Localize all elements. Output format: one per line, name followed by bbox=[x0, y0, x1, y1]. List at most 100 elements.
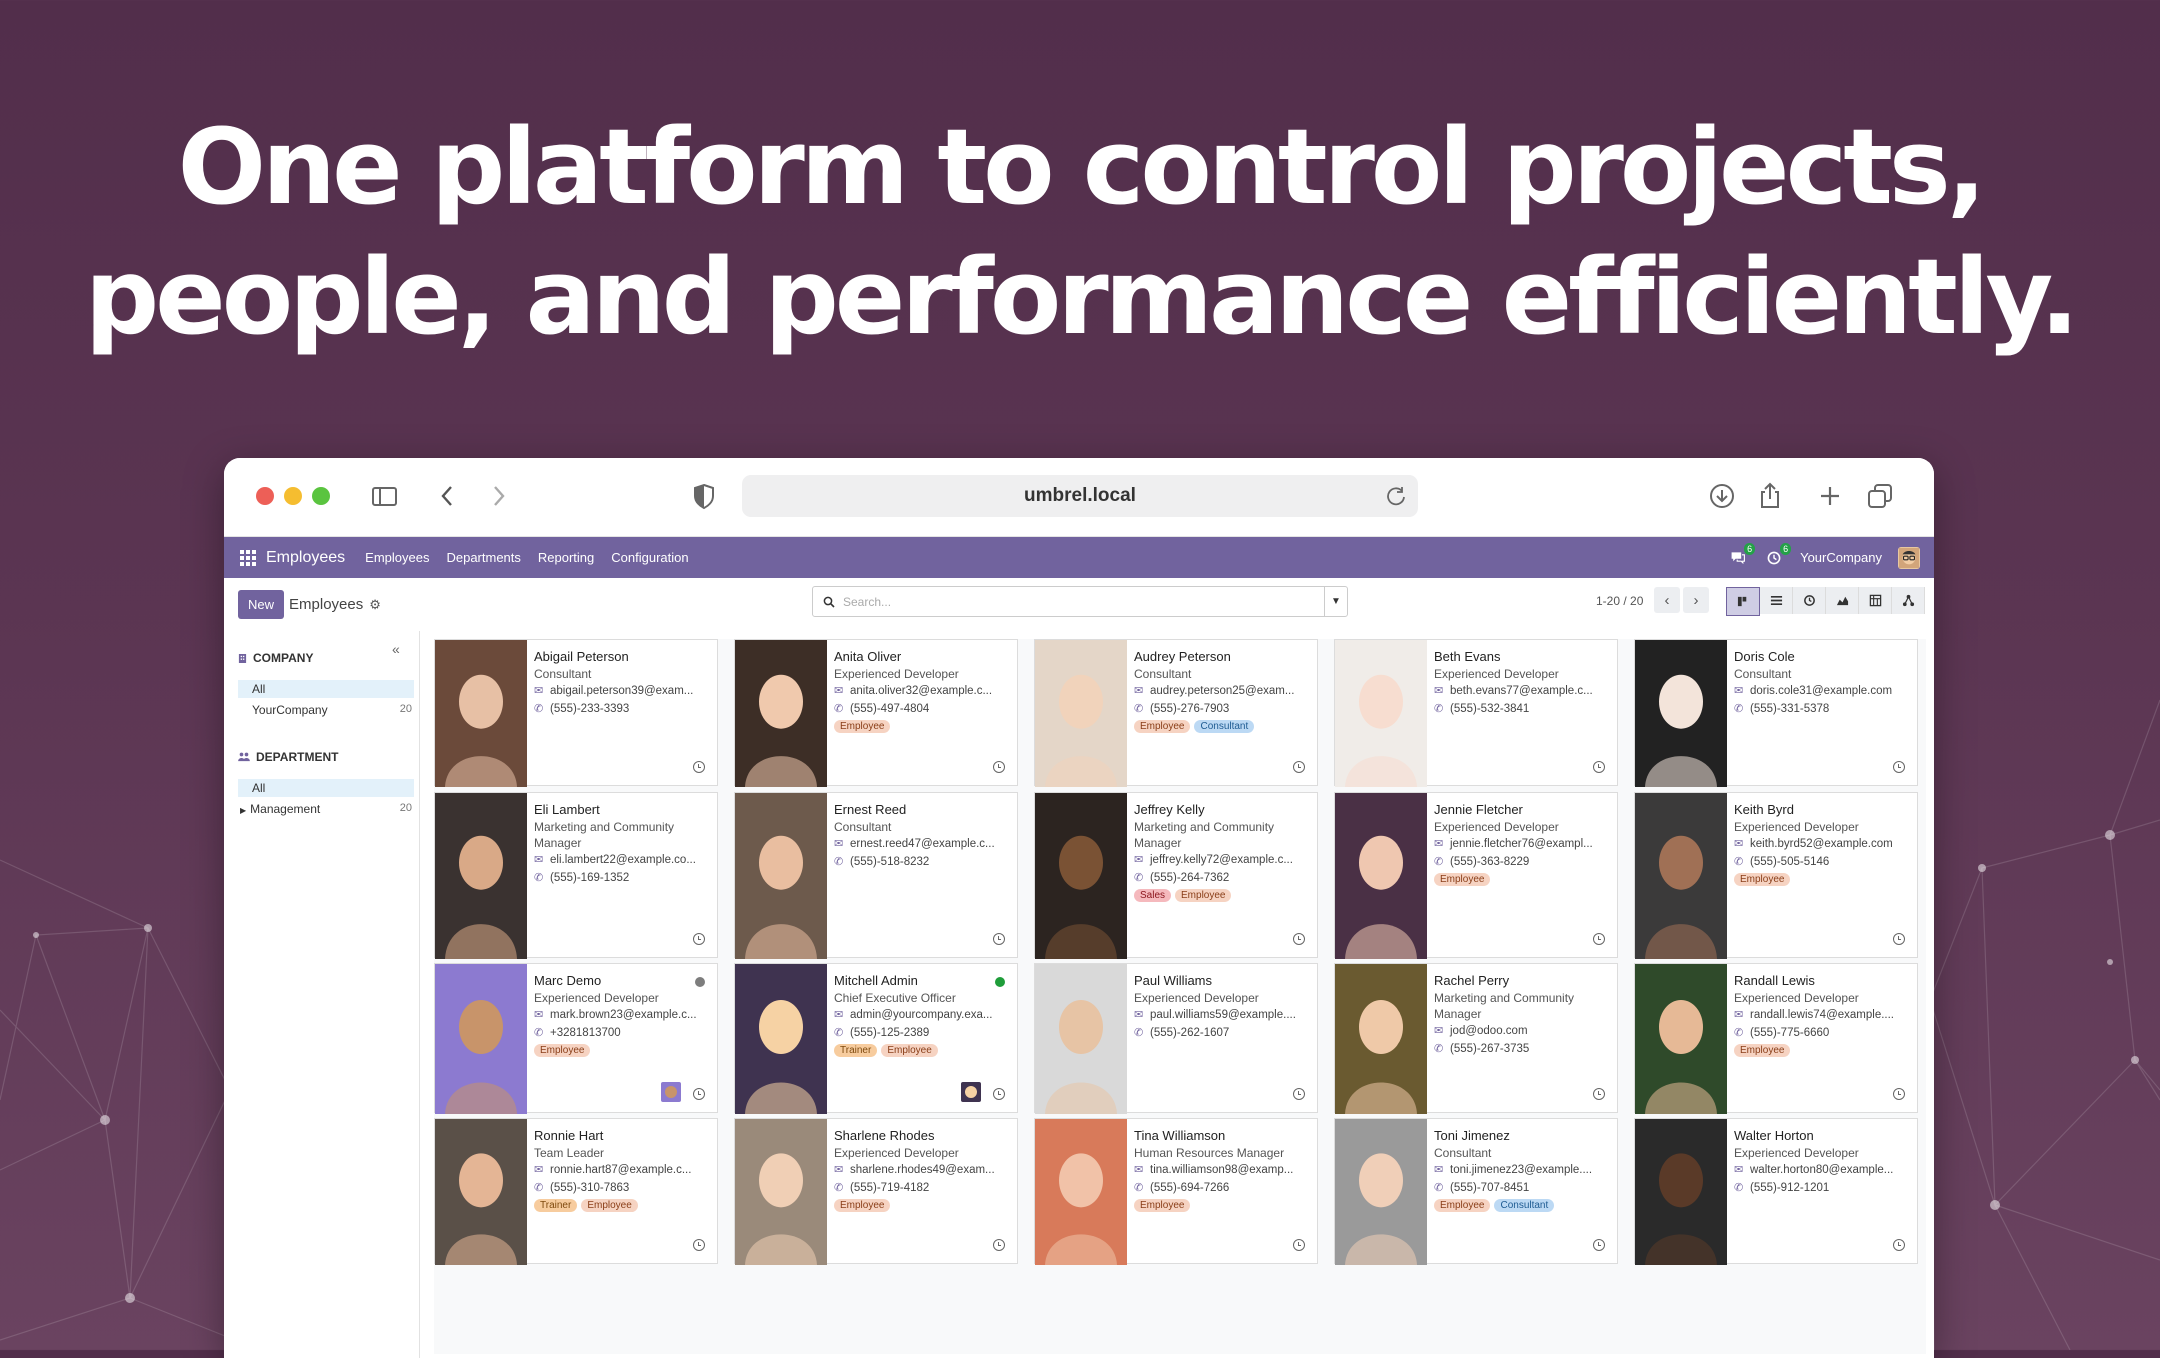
employee-email[interactable]: audrey.peterson25@exam... bbox=[1150, 682, 1294, 700]
employee-name[interactable]: Jennie Fletcher bbox=[1434, 801, 1612, 819]
employee-phone[interactable]: (555)-532-3841 bbox=[1450, 700, 1529, 718]
employee-name[interactable]: Ernest Reed bbox=[834, 801, 1012, 819]
activity-clock-icon[interactable] bbox=[993, 761, 1005, 773]
employee-name[interactable]: Audrey Peterson bbox=[1134, 648, 1312, 666]
company-filter-item[interactable]: YourCompany 20 bbox=[252, 703, 412, 717]
activity-clock-icon[interactable] bbox=[1593, 1239, 1605, 1251]
employee-card[interactable]: Jeffrey Kelly Marketing and Community Ma… bbox=[1034, 792, 1318, 959]
activity-clock-icon[interactable] bbox=[993, 1088, 1005, 1100]
employee-email[interactable]: sharlene.rhodes49@exam... bbox=[850, 1161, 995, 1179]
employee-phone[interactable]: (555)-331-5378 bbox=[1750, 700, 1829, 718]
employee-email[interactable]: mark.brown23@example.c... bbox=[550, 1006, 697, 1024]
hierarchy-view-button[interactable] bbox=[1892, 587, 1925, 614]
employee-email[interactable]: randall.lewis74@example.... bbox=[1750, 1006, 1894, 1024]
employee-phone[interactable]: (555)-775-6660 bbox=[1750, 1024, 1829, 1042]
forward-arrow-icon[interactable] bbox=[482, 480, 514, 512]
company-switcher[interactable]: YourCompany bbox=[1800, 550, 1882, 565]
employee-card[interactable]: Beth Evans Experienced Developer ✉ beth.e… bbox=[1334, 639, 1618, 787]
activity-clock-icon[interactable] bbox=[1593, 761, 1605, 773]
employee-name[interactable]: Marc Demo bbox=[534, 972, 712, 990]
list-view-button[interactable] bbox=[1760, 587, 1793, 614]
employee-card[interactable]: Mitchell Admin Chief Executive Officer ✉… bbox=[734, 963, 1018, 1114]
menu-configuration[interactable]: Configuration bbox=[611, 550, 688, 565]
employee-card[interactable]: Jennie Fletcher Experienced Developer ✉ j… bbox=[1334, 792, 1618, 959]
activity-clock-icon[interactable] bbox=[1293, 933, 1305, 945]
employee-phone[interactable]: (555)-267-3735 bbox=[1450, 1040, 1529, 1058]
employee-card[interactable]: Marc Demo Experienced Developer ✉ mark.br… bbox=[434, 963, 718, 1114]
employee-card[interactable]: Ronnie Hart Team Leader ✉ ronnie.hart87@e… bbox=[434, 1118, 718, 1265]
shield-icon[interactable] bbox=[688, 480, 720, 512]
employee-email[interactable]: tina.williamson98@examp... bbox=[1150, 1161, 1293, 1179]
employee-name[interactable]: Anita Oliver bbox=[834, 648, 1012, 666]
activity-clock-icon[interactable] bbox=[1293, 761, 1305, 773]
activity-clock-icon[interactable] bbox=[993, 1239, 1005, 1251]
user-avatar-icon[interactable] bbox=[661, 1082, 681, 1102]
maximize-window-button[interactable] bbox=[312, 487, 330, 505]
pager-previous-button[interactable]: ‹ bbox=[1654, 587, 1680, 613]
collapse-panel-icon[interactable]: « bbox=[392, 641, 400, 657]
employee-name[interactable]: Mitchell Admin bbox=[834, 972, 1012, 990]
employee-phone[interactable]: (555)-169-1352 bbox=[550, 869, 629, 887]
activities-icon[interactable]: 6 bbox=[1764, 542, 1792, 568]
reload-icon[interactable] bbox=[1384, 484, 1408, 508]
messages-icon[interactable]: 6 bbox=[1728, 542, 1756, 568]
employee-phone[interactable]: (555)-262-1607 bbox=[1150, 1024, 1229, 1042]
employee-card[interactable]: Anita Oliver Experienced Developer ✉ anit… bbox=[734, 639, 1018, 787]
share-icon[interactable] bbox=[1754, 480, 1786, 512]
employee-card[interactable]: Sharlene Rhodes Experienced Developer ✉ s… bbox=[734, 1118, 1018, 1265]
activity-clock-icon[interactable] bbox=[1893, 1088, 1905, 1100]
employee-name[interactable]: Toni Jimenez bbox=[1434, 1127, 1612, 1145]
department-filter-item[interactable]: ▶ Management 20 bbox=[240, 802, 412, 816]
menu-reporting[interactable]: Reporting bbox=[538, 550, 594, 565]
activity-clock-icon[interactable] bbox=[693, 761, 705, 773]
employee-card[interactable]: Eli Lambert Marketing and Community Mana… bbox=[434, 792, 718, 959]
employee-card[interactable]: Doris Cole Consultant ✉ doris.cole31@exam… bbox=[1634, 639, 1918, 787]
employee-name[interactable]: Walter Horton bbox=[1734, 1127, 1912, 1145]
employee-phone[interactable]: (555)-694-7266 bbox=[1150, 1179, 1229, 1197]
employee-phone[interactable]: (555)-276-7903 bbox=[1150, 700, 1229, 718]
employee-name[interactable]: Abigail Peterson bbox=[534, 648, 712, 666]
employee-phone[interactable]: +3281813700 bbox=[550, 1024, 621, 1042]
user-avatar[interactable] bbox=[1898, 546, 1920, 569]
employee-name[interactable]: Keith Byrd bbox=[1734, 801, 1912, 819]
pager-value[interactable]: 1-20 / 20 bbox=[1596, 594, 1643, 608]
back-arrow-icon[interactable] bbox=[432, 480, 464, 512]
address-bar[interactable]: umbrel.local bbox=[742, 475, 1418, 517]
employee-email[interactable]: admin@yourcompany.exa... bbox=[850, 1006, 993, 1024]
activity-clock-icon[interactable] bbox=[1593, 933, 1605, 945]
employee-email[interactable]: doris.cole31@example.com bbox=[1750, 682, 1892, 700]
employee-phone[interactable]: (555)-363-8229 bbox=[1450, 853, 1529, 871]
employee-email[interactable]: jeffrey.kelly72@example.c... bbox=[1150, 851, 1293, 869]
employee-email[interactable]: jennie.fletcher76@exampl... bbox=[1450, 835, 1593, 853]
employee-name[interactable]: Jeffrey Kelly bbox=[1134, 801, 1312, 819]
minimize-window-button[interactable] bbox=[284, 487, 302, 505]
activity-clock-icon[interactable] bbox=[693, 1088, 705, 1100]
employee-name[interactable]: Tina Williamson bbox=[1134, 1127, 1312, 1145]
employee-phone[interactable]: (555)-505-5146 bbox=[1750, 853, 1829, 871]
user-avatar-icon[interactable] bbox=[961, 1082, 981, 1102]
employee-card[interactable]: Ernest Reed Consultant ✉ ernest.reed47@ex… bbox=[734, 792, 1018, 959]
close-window-button[interactable] bbox=[256, 487, 274, 505]
kanban-view-button[interactable] bbox=[1726, 587, 1760, 616]
employee-email[interactable]: eli.lambert22@example.co... bbox=[550, 851, 696, 869]
employee-name[interactable]: Paul Williams bbox=[1134, 972, 1312, 990]
employee-name[interactable]: Eli Lambert bbox=[534, 801, 712, 819]
new-employee-button[interactable]: New bbox=[238, 590, 285, 619]
activity-clock-icon[interactable] bbox=[1293, 1239, 1305, 1251]
employee-email[interactable]: jod@odoo.com bbox=[1450, 1022, 1528, 1040]
employee-card[interactable]: Abigail Peterson Consultant ✉ abigail.pet… bbox=[434, 639, 718, 787]
app-grid-icon[interactable] bbox=[240, 549, 256, 566]
employee-card[interactable]: Tina Williamson Human Resources Manager … bbox=[1034, 1118, 1318, 1265]
employee-email[interactable]: walter.horton80@example... bbox=[1750, 1161, 1893, 1179]
sidebar-toggle-icon[interactable] bbox=[368, 480, 400, 512]
employee-name[interactable]: Beth Evans bbox=[1434, 648, 1612, 666]
employee-email[interactable]: toni.jimenez23@example.... bbox=[1450, 1161, 1592, 1179]
employee-phone[interactable]: (555)-707-8451 bbox=[1450, 1179, 1529, 1197]
pivot-view-button[interactable] bbox=[1859, 587, 1892, 614]
employee-name[interactable]: Randall Lewis bbox=[1734, 972, 1912, 990]
employee-phone[interactable]: (555)-310-7863 bbox=[550, 1179, 629, 1197]
activity-clock-icon[interactable] bbox=[1293, 1088, 1305, 1100]
activity-clock-icon[interactable] bbox=[1893, 1239, 1905, 1251]
activity-clock-icon[interactable] bbox=[1893, 761, 1905, 773]
employee-name[interactable]: Rachel Perry bbox=[1434, 972, 1612, 990]
